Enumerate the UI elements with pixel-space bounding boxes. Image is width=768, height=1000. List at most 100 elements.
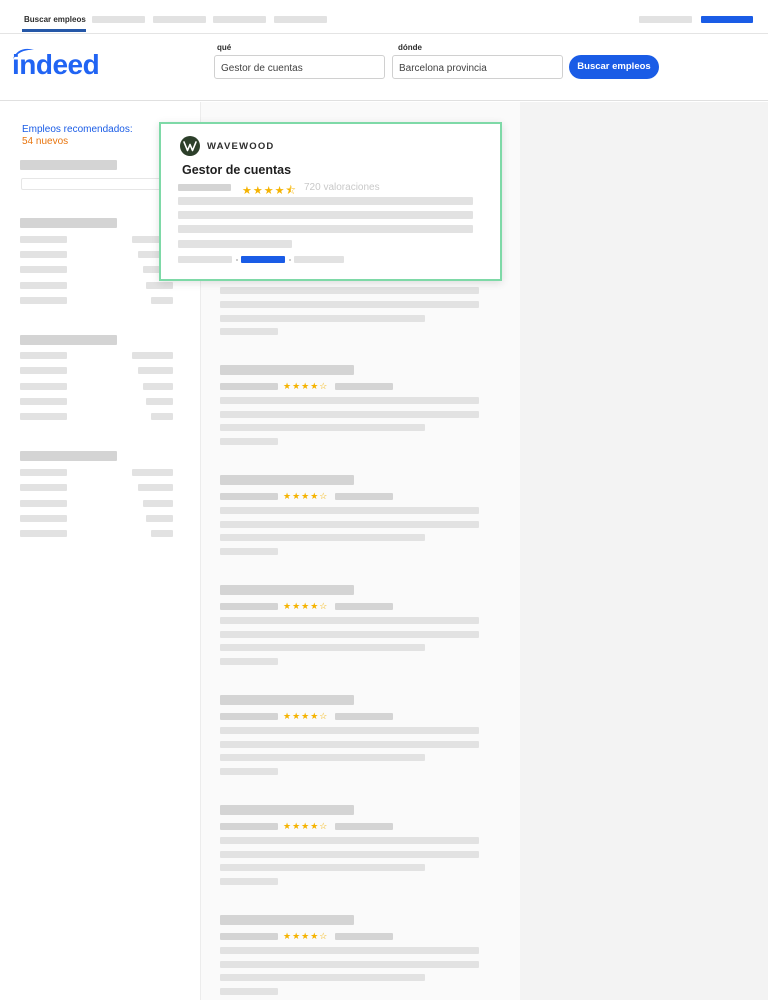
listing-title-placeholder[interactable] <box>220 695 354 705</box>
listing-description-line <box>220 644 425 651</box>
what-label: qué <box>217 43 232 52</box>
recommended-jobs-count: 54 nuevos <box>22 136 69 147</box>
company-name: WAVEWOOD <box>207 141 275 152</box>
nav-link-placeholder[interactable] <box>153 16 206 23</box>
listing-description-line <box>220 287 479 294</box>
filter-option-placeholder[interactable] <box>20 469 67 476</box>
nav-link-placeholder[interactable] <box>213 16 266 23</box>
card-meta-placeholder <box>178 256 232 263</box>
listing-title-placeholder[interactable] <box>220 805 354 815</box>
filter-option-placeholder[interactable] <box>20 282 67 289</box>
filter-option-placeholder[interactable] <box>20 297 67 304</box>
listing-description-line <box>220 837 479 844</box>
account-link-placeholder[interactable] <box>639 16 692 23</box>
search-jobs-button[interactable]: Buscar empleos <box>569 55 659 79</box>
filter-count-placeholder <box>151 530 173 537</box>
listing-description-line <box>220 961 479 968</box>
listing-date-placeholder <box>220 988 278 995</box>
listing-title-placeholder[interactable] <box>220 365 354 375</box>
listing-description-line <box>220 974 425 981</box>
filter-count-placeholder <box>143 500 173 507</box>
post-job-link-placeholder[interactable] <box>701 16 753 23</box>
where-input[interactable]: Barcelona provincia <box>392 55 563 79</box>
listing-date-placeholder <box>220 658 278 665</box>
card-description-line <box>178 197 473 205</box>
listing-description-line <box>220 741 479 748</box>
filter-option-placeholder[interactable] <box>20 515 67 522</box>
listing-description-line <box>220 534 425 541</box>
filter-count-placeholder <box>138 484 173 491</box>
listing-company-placeholder <box>220 713 278 720</box>
listing-location-placeholder <box>335 493 393 500</box>
filter-count-placeholder <box>143 383 173 390</box>
card-apply-link-placeholder[interactable] <box>241 256 285 263</box>
listing-description-line <box>220 947 479 954</box>
filter-count-placeholder <box>138 367 173 374</box>
card-description-line <box>178 211 473 219</box>
listing-rating-stars: ★★★★☆ <box>283 711 329 721</box>
filter-group-title-placeholder <box>20 335 117 345</box>
filter-option-placeholder[interactable] <box>20 251 67 258</box>
filter-count-placeholder <box>132 469 173 476</box>
listing-date-placeholder <box>220 438 278 445</box>
recommended-jobs-link[interactable]: Empleos recomendados: <box>22 124 133 135</box>
listing-company-placeholder <box>220 383 278 390</box>
filter-option-placeholder[interactable] <box>20 500 67 507</box>
listing-location-placeholder <box>335 933 393 940</box>
filter-option-placeholder[interactable] <box>20 530 67 537</box>
listing-location-placeholder <box>335 383 393 390</box>
listing-title-placeholder[interactable] <box>220 915 354 925</box>
filter-input-placeholder[interactable] <box>21 178 161 190</box>
filter-option-placeholder[interactable] <box>20 236 67 243</box>
listing-description-line <box>220 864 425 871</box>
filter-option-placeholder[interactable] <box>20 484 67 491</box>
job-title[interactable]: Gestor de cuentas <box>182 163 291 177</box>
top-navigation: Buscar empleos <box>0 0 768 34</box>
listing-location-placeholder <box>335 713 393 720</box>
filter-option-placeholder[interactable] <box>20 352 67 359</box>
listing-rating-stars: ★★★★☆ <box>283 381 329 391</box>
filter-option-placeholder[interactable] <box>20 367 67 374</box>
nav-link-placeholder[interactable] <box>92 16 145 23</box>
nav-link-placeholder[interactable] <box>274 16 327 23</box>
listing-rating-stars: ★★★★☆ <box>283 821 329 831</box>
where-label: dónde <box>398 43 422 52</box>
listing-rating-stars: ★★★★☆ <box>283 491 329 501</box>
listing-description-line <box>220 424 425 431</box>
listing-date-placeholder <box>220 768 278 775</box>
job-detail-panel <box>520 102 768 1000</box>
highlighted-job-card[interactable]: WAVEWOOD Gestor de cuentas ★★★★⯪ 720 val… <box>159 122 502 281</box>
listing-location-placeholder <box>335 823 393 830</box>
tab-buscar-empleos[interactable]: Buscar empleos <box>24 15 86 24</box>
indeed-logo[interactable]: indeed <box>12 46 118 83</box>
filter-count-placeholder <box>146 398 173 405</box>
card-meta-placeholder <box>294 256 344 263</box>
filter-option-placeholder[interactable] <box>20 398 67 405</box>
listing-title-placeholder[interactable] <box>220 475 354 485</box>
card-description-line <box>178 240 292 248</box>
listing-description-line <box>220 315 425 322</box>
separator-dot <box>236 259 238 261</box>
filter-option-placeholder[interactable] <box>20 383 67 390</box>
listing-description-line <box>220 631 479 638</box>
listing-title-placeholder[interactable] <box>220 585 354 595</box>
listing-location-placeholder <box>335 603 393 610</box>
filter-count-placeholder <box>146 282 173 289</box>
filter-option-placeholder[interactable] <box>20 266 67 273</box>
separator-dot <box>289 259 291 261</box>
listing-rating-stars: ★★★★☆ <box>283 931 329 941</box>
filter-count-placeholder <box>146 515 173 522</box>
reviews-count[interactable]: 720 valoraciones <box>304 182 380 193</box>
filter-option-placeholder[interactable] <box>20 413 67 420</box>
listing-description-line <box>220 617 479 624</box>
filter-count-placeholder <box>151 297 173 304</box>
what-input[interactable]: Gestor de cuentas <box>214 55 385 79</box>
filter-title-placeholder <box>20 160 117 170</box>
card-description-line <box>178 225 473 233</box>
listing-description-line <box>220 727 479 734</box>
listing-date-placeholder <box>220 328 278 335</box>
listing-company-placeholder <box>220 603 278 610</box>
filter-group-title-placeholder <box>20 451 117 461</box>
listing-description-line <box>220 851 479 858</box>
listing-description-line <box>220 521 479 528</box>
